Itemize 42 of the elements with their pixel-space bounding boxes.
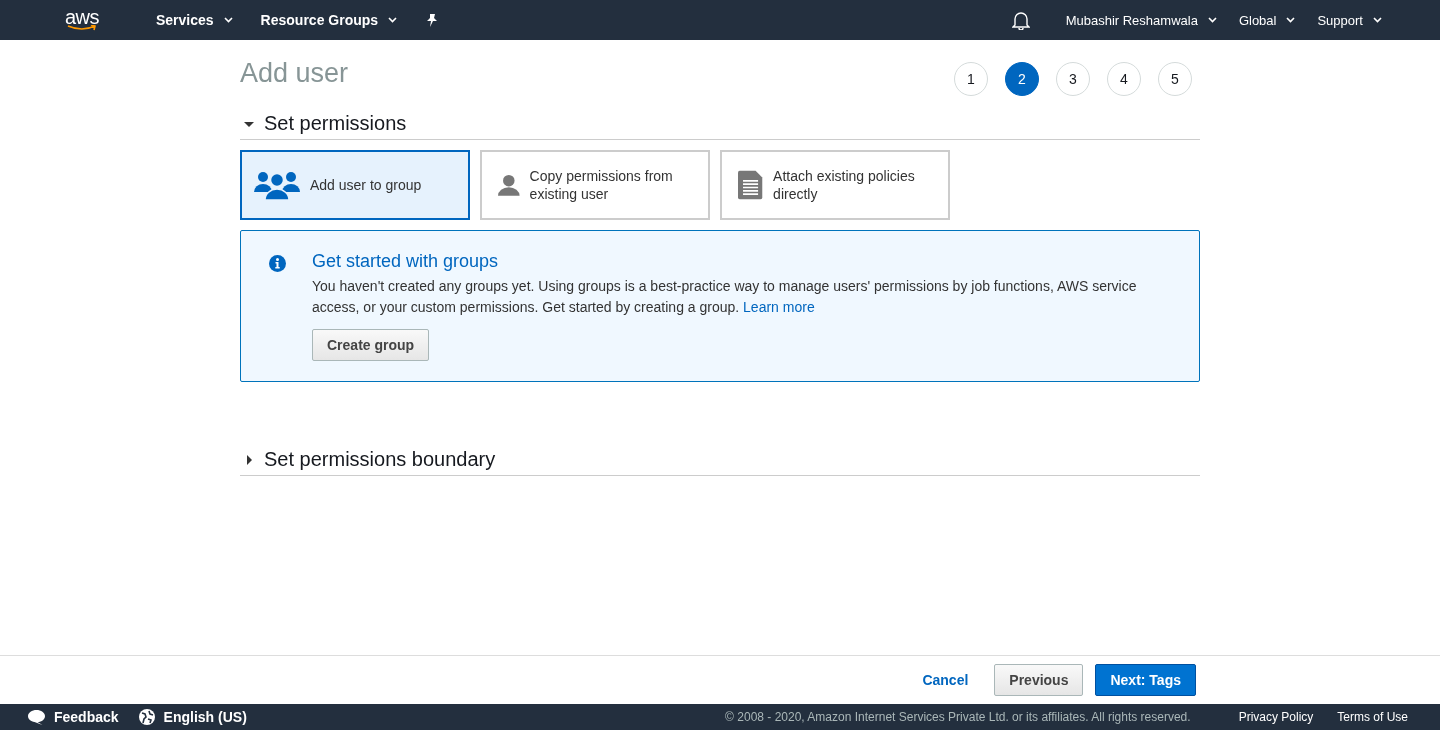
- copyright-text: © 2008 - 2020, Amazon Internet Services Private Ltd. or its affiliates. All rights reserved.: [725, 710, 1191, 724]
- pin-icon[interactable]: [425, 13, 440, 27]
- language-selector[interactable]: English (US): [163, 709, 247, 725]
- aws-logo[interactable]: aws: [60, 9, 104, 31]
- caret-icon: [223, 17, 233, 23]
- caret-icon: [1286, 17, 1296, 23]
- feedback-link[interactable]: Feedback: [54, 709, 119, 725]
- caret-icon: [1373, 17, 1382, 23]
- step-indicator[interactable]: 5: [1158, 62, 1192, 96]
- section-title[interactable]: Set permissions boundary: [264, 448, 496, 471]
- cancel-link[interactable]: Cancel: [922, 672, 969, 688]
- speech-bubble-icon: [28, 709, 45, 725]
- section-title[interactable]: Set permissions: [264, 112, 407, 135]
- permission-option[interactable]: Add user to group: [240, 150, 470, 220]
- nav-menu[interactable]: Mubashir Reshamwala: [1065, 12, 1198, 28]
- users-icon: [254, 170, 300, 200]
- expand-arrow-icon[interactable]: [244, 454, 254, 465]
- nav-menu[interactable]: Resource Groups: [260, 12, 379, 28]
- caret-icon: [388, 17, 398, 23]
- step-indicator[interactable]: 4: [1107, 62, 1141, 96]
- nav-menu[interactable]: Global: [1238, 12, 1277, 28]
- info-icon: [269, 255, 286, 272]
- footer-link[interactable]: Terms of Use: [1337, 710, 1408, 724]
- step-indicator[interactable]: 3: [1056, 62, 1090, 96]
- create-group-button[interactable]: Create group: [312, 329, 430, 361]
- step-indicator[interactable]: 2: [1005, 62, 1039, 96]
- caret-icon: [1207, 17, 1217, 23]
- page-title: Add user: [240, 57, 349, 89]
- info-title: Get started with groups: [312, 251, 500, 272]
- footer-link[interactable]: Privacy Policy: [1238, 710, 1314, 724]
- learn-more-link[interactable]: Learn more: [743, 299, 815, 315]
- step-indicator[interactable]: 1: [954, 62, 988, 96]
- nav-menu[interactable]: Services: [156, 12, 214, 28]
- previous-button[interactable]: Previous: [994, 664, 1084, 696]
- document-icon: [738, 168, 764, 202]
- bell-icon[interactable]: [1011, 10, 1030, 30]
- permission-option[interactable]: Attach existing policies directly: [720, 150, 950, 220]
- nav-menu[interactable]: Support: [1317, 12, 1363, 28]
- globe-icon: [138, 709, 155, 725]
- permission-option[interactable]: Copy permissions from existing user: [480, 150, 710, 220]
- next-button[interactable]: Next: Tags: [1095, 664, 1196, 696]
- info-text: You haven't created any groups yet. Using groups is a best-practice way to manage users' permissions by job functions, AWS service access, or your custom permissions. Get started by creating a group. Learn more: [312, 277, 1138, 317]
